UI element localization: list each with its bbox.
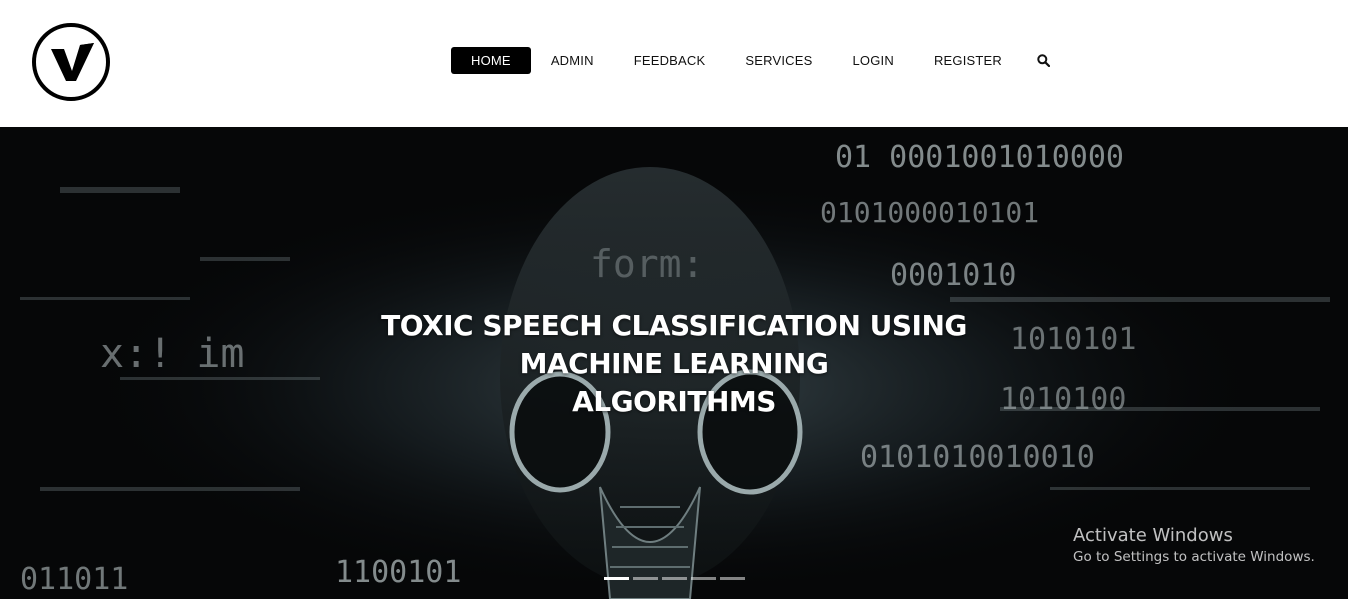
carousel-indicator-5[interactable] xyxy=(720,577,745,580)
site-header: HOME ADMIN FEEDBACK SERVICES LOGIN REGIS… xyxy=(0,0,1348,127)
nav-admin[interactable]: ADMIN xyxy=(531,47,614,74)
hero-title-line: TOXIC SPEECH CLASSIFICATION USING xyxy=(381,309,967,342)
nav-home[interactable]: HOME xyxy=(451,47,531,74)
svg-text:1010100: 1010100 xyxy=(1000,382,1126,417)
carousel-indicators xyxy=(604,577,745,580)
svg-text:01 0001001010000: 01 0001001010000 xyxy=(835,140,1124,175)
svg-text:1010101: 1010101 xyxy=(1010,322,1136,357)
site-logo[interactable] xyxy=(32,23,110,101)
nav-services[interactable]: SERVICES xyxy=(725,47,832,74)
nav-feedback[interactable]: FEEDBACK xyxy=(614,47,726,74)
svg-text:0101000010101: 0101000010101 xyxy=(820,196,1039,229)
activation-subtitle: Go to Settings to activate Windows. xyxy=(1073,549,1315,565)
svg-text:0101010010010: 0101010010010 xyxy=(860,440,1095,475)
main-nav: HOME ADMIN FEEDBACK SERVICES LOGIN REGIS… xyxy=(451,47,1057,74)
carousel-indicator-1[interactable] xyxy=(604,577,629,580)
search-icon[interactable] xyxy=(1030,47,1057,74)
activation-title: Activate Windows xyxy=(1073,525,1233,546)
logo-v-icon xyxy=(51,43,94,81)
carousel-indicator-4[interactable] xyxy=(691,577,716,580)
svg-text:x:! im: x:! im xyxy=(100,331,245,377)
svg-text:form:: form: xyxy=(590,242,704,286)
svg-text:1100101: 1100101 xyxy=(335,555,461,590)
carousel-indicator-2[interactable] xyxy=(633,577,658,580)
hero-title-line: MACHINE LEARNING xyxy=(519,347,829,380)
hero-title-line: ALGORITHMS xyxy=(572,385,776,418)
hero-title: TOXIC SPEECH CLASSIFICATION USING MACHIN… xyxy=(374,307,974,421)
carousel-indicator-3[interactable] xyxy=(662,577,687,580)
svg-text:0001010: 0001010 xyxy=(890,258,1016,293)
windows-activation-watermark: Activate Windows Go to Settings to activ… xyxy=(1073,525,1315,567)
nav-register[interactable]: REGISTER xyxy=(914,47,1022,74)
svg-text:011011: 011011 xyxy=(20,562,128,597)
nav-login[interactable]: LOGIN xyxy=(832,47,913,74)
